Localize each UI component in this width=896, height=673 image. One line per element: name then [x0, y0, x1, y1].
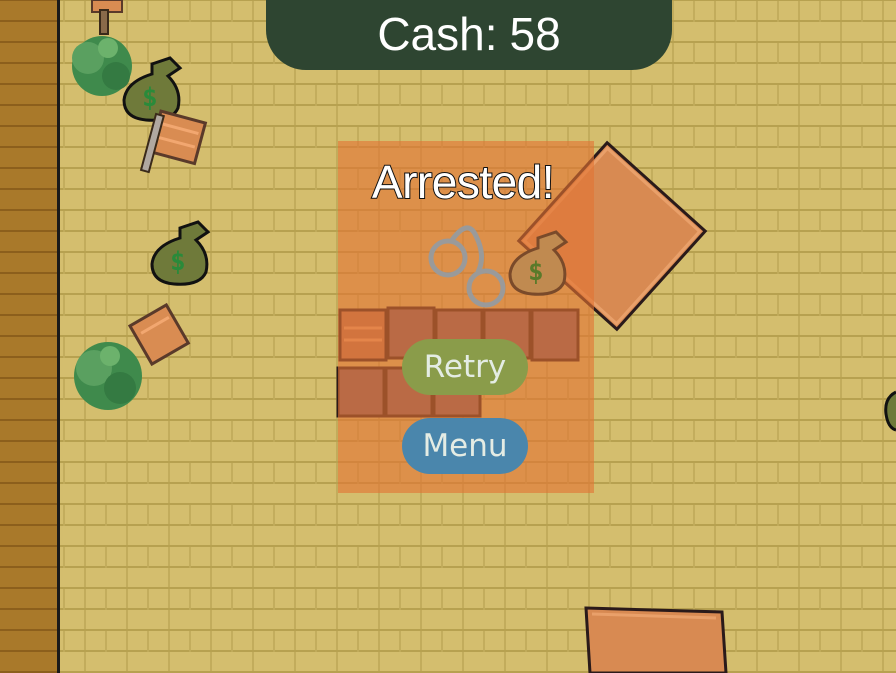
cash-label: Cash: [377, 8, 498, 60]
cash-value: 58 [509, 8, 561, 60]
cash-display: Cash: 58 [266, 0, 672, 70]
dialog-icons: $ [428, 225, 569, 308]
retry-button[interactable]: Retry [402, 339, 528, 395]
arrested-title: Arrested! [371, 155, 556, 209]
menu-button[interactable]: Menu [402, 418, 528, 474]
money-bag-icon: $ [508, 230, 569, 296]
money-symbol: $ [528, 257, 544, 287]
handcuffs-icon [428, 225, 506, 308]
